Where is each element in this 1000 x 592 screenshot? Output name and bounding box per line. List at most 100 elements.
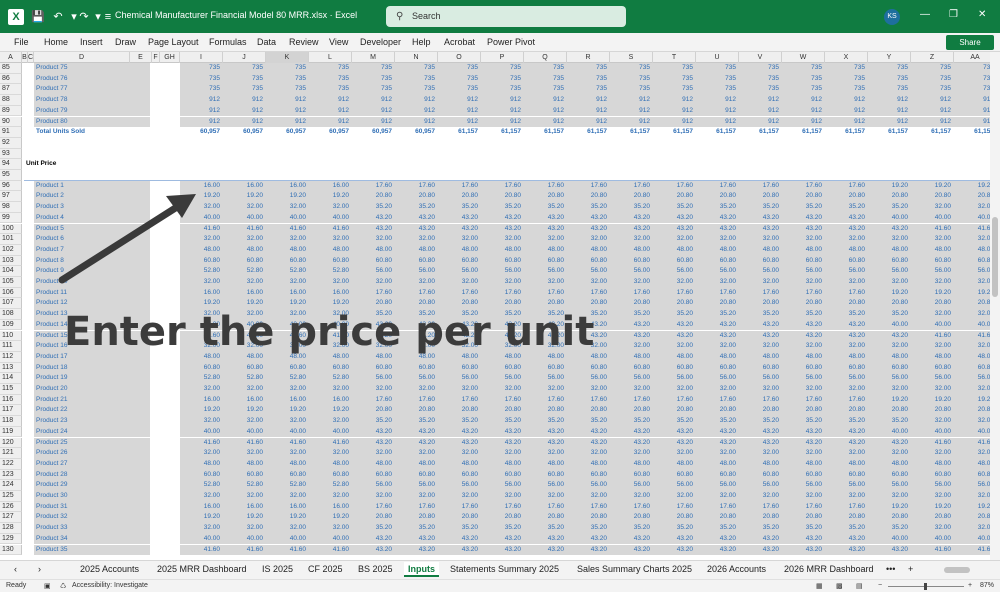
page-break-view-icon[interactable]: ▤ bbox=[856, 582, 863, 590]
cell-value[interactable]: 43.20 bbox=[610, 534, 653, 545]
cell-value[interactable]: 17.60 bbox=[395, 395, 438, 406]
cell-value[interactable]: 32.00 bbox=[739, 491, 782, 502]
vertical-scrollbar[interactable] bbox=[990, 52, 1000, 560]
cell-value[interactable]: 735 bbox=[868, 74, 911, 85]
cell-value[interactable]: 17.60 bbox=[739, 181, 782, 192]
cell-value[interactable]: 17.60 bbox=[567, 502, 610, 513]
cell-value[interactable]: 43.20 bbox=[653, 213, 696, 224]
scrollbar-thumb[interactable] bbox=[992, 217, 998, 297]
cell-value[interactable]: 35.20 bbox=[653, 523, 696, 534]
cell-value[interactable]: 17.60 bbox=[352, 181, 395, 192]
row-label[interactable]: Product 22 bbox=[34, 405, 150, 417]
cell-value[interactable]: 17.60 bbox=[352, 288, 395, 299]
cell-value[interactable]: 912 bbox=[610, 95, 653, 106]
cell-value[interactable]: 60.80 bbox=[911, 256, 954, 267]
cell-value[interactable]: 35.20 bbox=[438, 202, 481, 213]
cell-value[interactable]: 40.00 bbox=[180, 427, 223, 438]
cell-value[interactable]: 43.20 bbox=[610, 320, 653, 331]
cell-value[interactable]: 43.20 bbox=[524, 427, 567, 438]
cell-value[interactable]: 19.20 bbox=[223, 191, 266, 202]
section-title[interactable]: Unit Price bbox=[24, 159, 140, 170]
cell-value[interactable]: 40.00 bbox=[954, 427, 990, 438]
row-label[interactable]: Product 25 bbox=[34, 437, 150, 449]
row-number[interactable]: 122 bbox=[0, 458, 22, 470]
cell-value[interactable]: 16.00 bbox=[180, 181, 223, 192]
cell-value[interactable]: 35.20 bbox=[610, 202, 653, 213]
cell-value[interactable]: 912 bbox=[868, 117, 911, 128]
cell-value[interactable]: 17.60 bbox=[610, 181, 653, 192]
cell-value[interactable]: 32.00 bbox=[954, 491, 990, 502]
row-label[interactable]: Product 79 bbox=[34, 105, 150, 117]
cell-value[interactable]: 735 bbox=[524, 84, 567, 95]
cell-value[interactable]: 43.20 bbox=[696, 534, 739, 545]
cell-value[interactable]: 17.60 bbox=[696, 395, 739, 406]
cell-value[interactable]: 912 bbox=[481, 106, 524, 117]
row-number[interactable]: 114 bbox=[0, 373, 22, 384]
cell-value[interactable]: 35.20 bbox=[481, 523, 524, 534]
row-number[interactable]: 115 bbox=[0, 384, 22, 395]
row-number[interactable]: 102 bbox=[0, 244, 22, 256]
cell-value[interactable]: 56.00 bbox=[782, 480, 825, 491]
cell-value[interactable]: 48.00 bbox=[395, 245, 438, 256]
cell-value[interactable]: 56.00 bbox=[739, 266, 782, 277]
cell-value[interactable]: 43.20 bbox=[567, 438, 610, 449]
row-number[interactable]: 93 bbox=[0, 148, 22, 160]
cell-value[interactable]: 735 bbox=[567, 74, 610, 85]
horizontal-scrollbar[interactable] bbox=[944, 567, 970, 573]
cell-value[interactable]: 35.20 bbox=[438, 416, 481, 427]
cell-value[interactable]: 32.00 bbox=[481, 491, 524, 502]
cell-value[interactable]: 17.60 bbox=[567, 395, 610, 406]
cell-value[interactable]: 20.80 bbox=[567, 512, 610, 523]
cell-value[interactable]: 735 bbox=[223, 63, 266, 74]
row-label[interactable]: Total Units Sold bbox=[34, 127, 150, 138]
cell-value[interactable]: 32.00 bbox=[696, 277, 739, 288]
cell-value[interactable]: 52.80 bbox=[266, 373, 309, 384]
cell-value[interactable]: 61,157 bbox=[524, 127, 567, 138]
cell-value[interactable]: 41.60 bbox=[266, 224, 309, 235]
cell-value[interactable]: 56.00 bbox=[825, 373, 868, 384]
cell-value[interactable]: 912 bbox=[696, 95, 739, 106]
cell-value[interactable]: 20.80 bbox=[567, 298, 610, 309]
sheet-tab-bs-2025[interactable]: BS 2025 bbox=[358, 564, 393, 574]
cell-value[interactable]: 32.00 bbox=[954, 234, 990, 245]
accessibility-status[interactable]: Accessibility: Investigate bbox=[72, 582, 148, 589]
cell-value[interactable]: 735 bbox=[309, 63, 352, 74]
menu-help[interactable]: Help bbox=[412, 37, 431, 47]
minimize-icon[interactable]: — bbox=[920, 9, 930, 20]
cell-value[interactable]: 19.20 bbox=[911, 395, 954, 406]
row-label[interactable]: Product 1 bbox=[34, 180, 150, 192]
cell-value[interactable]: 32.00 bbox=[309, 491, 352, 502]
cell-value[interactable]: 60.80 bbox=[395, 256, 438, 267]
cell-value[interactable]: 43.20 bbox=[782, 534, 825, 545]
cell-value[interactable]: 17.60 bbox=[782, 181, 825, 192]
cell-value[interactable]: 56.00 bbox=[395, 480, 438, 491]
cell-value[interactable]: 56.00 bbox=[524, 480, 567, 491]
cell-value[interactable]: 20.80 bbox=[739, 405, 782, 416]
menu-draw[interactable]: Draw bbox=[115, 37, 136, 47]
cell-value[interactable]: 20.80 bbox=[954, 191, 990, 202]
cell-value[interactable]: 43.20 bbox=[739, 438, 782, 449]
cell-value[interactable]: 912 bbox=[954, 117, 990, 128]
cell-value[interactable]: 48.00 bbox=[782, 352, 825, 363]
cell-value[interactable]: 735 bbox=[309, 74, 352, 85]
sheet-tab-cf-2025[interactable]: CF 2025 bbox=[308, 564, 343, 574]
cell-value[interactable]: 735 bbox=[352, 74, 395, 85]
cell-value[interactable]: 20.80 bbox=[610, 191, 653, 202]
cell-value[interactable]: 20.80 bbox=[868, 298, 911, 309]
cell-value[interactable]: 32.00 bbox=[911, 234, 954, 245]
cell-value[interactable]: 32.00 bbox=[223, 523, 266, 534]
cell-value[interactable]: 20.80 bbox=[653, 512, 696, 523]
cell-value[interactable]: 912 bbox=[395, 106, 438, 117]
cell-value[interactable]: 48.00 bbox=[696, 352, 739, 363]
cell-value[interactable]: 912 bbox=[954, 95, 990, 106]
cell-value[interactable]: 735 bbox=[438, 63, 481, 74]
cell-value[interactable]: 40.00 bbox=[223, 427, 266, 438]
cell-value[interactable]: 17.60 bbox=[481, 288, 524, 299]
row-label[interactable]: Product 20 bbox=[34, 384, 150, 395]
cell-value[interactable]: 32.00 bbox=[223, 384, 266, 395]
menu-file[interactable]: File bbox=[14, 37, 29, 47]
cell-value[interactable]: 60.80 bbox=[911, 363, 954, 374]
cell-value[interactable]: 16.00 bbox=[223, 395, 266, 406]
cell-value[interactable]: 912 bbox=[782, 117, 825, 128]
cell-value[interactable]: 912 bbox=[739, 117, 782, 128]
